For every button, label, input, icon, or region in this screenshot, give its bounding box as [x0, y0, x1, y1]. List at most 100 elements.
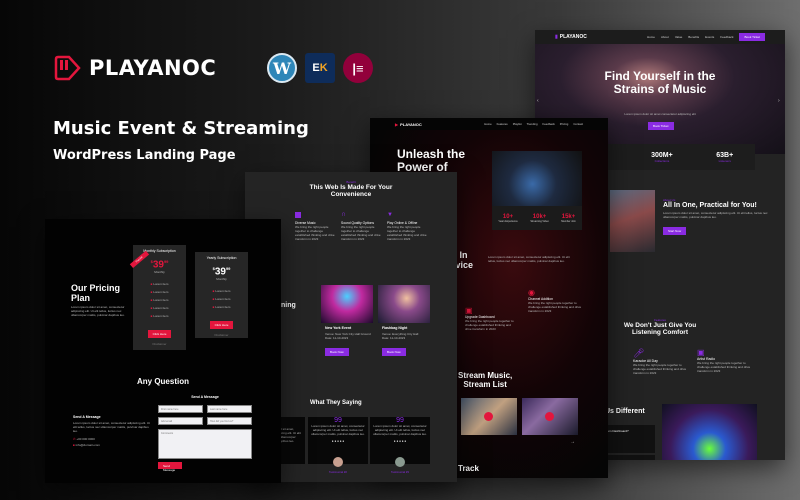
contact-info: Send A Message Lorem ipsum dolor sit ame…	[73, 415, 150, 447]
event-image	[321, 285, 373, 323]
star-rating: ● ● ● ● ●	[331, 439, 345, 443]
preview-black-theme: Our Pricing Plan Lorem ipsum dolor sit am…	[45, 219, 281, 483]
email-input[interactable]: Add email	[158, 417, 203, 425]
stream-heading: Stream Music, Stream List	[458, 371, 513, 389]
testimonial-card: 99 Lorem ipsum dolor sit amet, consectet…	[308, 417, 368, 474]
pricing-card-monthly: Monthly Subscription Popular $3999 Month…	[129, 245, 186, 350]
nav-pricing[interactable]: Pricing	[560, 122, 569, 126]
nav-feedback[interactable]: Feedback	[543, 122, 555, 126]
hero-book-button[interactable]: Book Ticket	[648, 122, 674, 130]
nav-home[interactable]: Home	[647, 35, 655, 39]
microphone-icon: 🎤︎	[633, 348, 645, 358]
feature-list: ■ Lorem item ■ Lorem item ■ Lorem item	[212, 289, 231, 310]
wifi-icon: ▼	[387, 212, 393, 218]
comments-textarea[interactable]: Comments	[158, 429, 252, 459]
source-input[interactable]: How did you find us?	[207, 417, 252, 425]
feature-item: 🎤︎ Karaoke All Day We bring the right pe…	[633, 348, 687, 375]
question-heading: Any Question	[136, 377, 189, 386]
book-ticket-button[interactable]: Book Ticket	[739, 33, 765, 41]
navbar: ▮ PLAYANOC Home About Value Benefits Even…	[535, 30, 785, 44]
stat-item: 15k+ Member Join	[561, 213, 576, 223]
book-now-button[interactable]: Book Now	[325, 348, 349, 356]
benefit-item: ▼ Play Online & Offline We bring the rig…	[387, 212, 429, 241]
dashboard-icon: ▣	[465, 306, 473, 315]
pricing-text: Lorem ipsum dolor sit amet, consectetur …	[71, 305, 125, 317]
channel-icon: ◉	[528, 288, 535, 297]
next-arrow-icon[interactable]: →	[570, 439, 575, 445]
hero-text: Lorem ipsum dolor sit amet consectetur a…	[624, 112, 696, 116]
stream-card-image[interactable]	[461, 398, 517, 435]
book-now-button[interactable]: Book Now	[382, 348, 406, 356]
stat-item: 300M+ Collections	[651, 151, 673, 163]
headphones-icon: ∩	[341, 211, 347, 218]
elementor-icon: |≡	[343, 53, 373, 83]
elementskit-icon: EK	[305, 53, 335, 83]
avatar	[333, 457, 343, 467]
radio-icon: ▣	[697, 348, 705, 357]
nav-trending[interactable]: Trending	[527, 122, 538, 126]
hero-title: Music Event & Streaming	[53, 118, 309, 139]
brand: PLAYANOC	[53, 55, 216, 81]
hero-subtitle: WordPress Landing Page	[53, 148, 236, 163]
logo-icon: ▶	[395, 121, 399, 127]
pricing-heading: Our Pricing Plan	[71, 283, 121, 303]
form-title: Send A Message	[191, 395, 219, 399]
navbar: ▶ PLAYANOC Home Features Playlist Trendin…	[370, 118, 608, 130]
wordpress-icon: W	[267, 53, 297, 83]
playanoc-logo-icon	[53, 55, 81, 81]
event-card: New York Event Venue: New York City Hall…	[325, 326, 371, 356]
send-message-button[interactable]: Send Message	[158, 462, 182, 472]
hero-heading: Unleash the Power of	[397, 147, 466, 174]
email-icon: ■	[73, 443, 75, 447]
service-item: ◉ Channel Addition We bring the right pe…	[528, 288, 582, 313]
nav-about[interactable]: About	[661, 35, 669, 39]
about-text: Lorem ipsum dolor sit amet, consectetur …	[663, 211, 768, 219]
nav-events[interactable]: Events	[705, 35, 714, 39]
star-rating: ● ● ● ● ●	[393, 439, 407, 443]
nav-features[interactable]: Features	[497, 122, 508, 126]
dj-party-image	[662, 404, 757, 460]
slider-next-icon[interactable]: ›	[778, 98, 780, 104]
track-heading: Track	[458, 464, 479, 473]
last-name-input[interactable]: Last name here	[207, 405, 252, 413]
stats-bar: 10+ Years Experience 10k+ Streaming Video …	[492, 206, 582, 230]
benefit-item: ∩ Sound Quality Options We bring the rig…	[341, 211, 383, 241]
nav-logo: ▮ PLAYANOC	[555, 34, 587, 40]
events-heading: ning	[281, 302, 296, 309]
quote-icon: 99	[334, 417, 342, 424]
testimonials-heading: What They Saying	[310, 400, 362, 406]
music-icon	[295, 212, 301, 218]
slider-prev-icon[interactable]: ‹	[537, 98, 539, 104]
about-title: All In One, Practical for You!	[663, 202, 757, 209]
nav-feedback[interactable]: Feedback	[720, 35, 733, 39]
avatar	[395, 457, 405, 467]
different-title: Us Different	[605, 408, 645, 415]
about-section: About Us All In One, Practical for You! …	[663, 198, 778, 237]
nav-home[interactable]: Home	[484, 122, 491, 126]
nav-benefits[interactable]: Benefits	[688, 35, 699, 39]
price: $3999	[212, 266, 231, 278]
click-here-button[interactable]: Click Here	[147, 330, 172, 339]
start-now-button[interactable]: Start Now	[663, 227, 687, 235]
stat-item: 10k+ Streaming Video	[530, 213, 549, 223]
brand-name: PLAYANOC	[89, 56, 217, 80]
first-name-input[interactable]: First name here	[158, 405, 203, 413]
nav-playlist[interactable]: Playlist	[513, 122, 522, 126]
nav-value[interactable]: Value	[675, 35, 682, 39]
quote-icon: 99	[396, 417, 404, 424]
dj-turntable-image	[492, 151, 582, 206]
benefit-heading: Benefit This Web Is Made For Your Conven…	[309, 180, 393, 198]
feature-list: ■ Lorem item ■ Lorem item ■ Lorem item ■…	[150, 282, 169, 319]
stat-item: 63B+ Listeners	[716, 151, 734, 163]
service-item: ▣ Upgrade Dashboard We bring the right p…	[465, 306, 514, 331]
stream-card-image[interactable]	[522, 398, 578, 435]
event-card: Flashbag Night Venue: Everything City Ha…	[382, 326, 419, 356]
feature-item: ▣ Artist Radio We bring the right people…	[697, 348, 751, 373]
click-here-button[interactable]: Click Here	[209, 321, 234, 330]
benefit-item: Diverse Music We bring the right people …	[295, 212, 337, 241]
play-icon[interactable]	[484, 412, 493, 421]
hero-heading: Find Yourself in the Strains of Music	[604, 69, 716, 96]
play-icon[interactable]	[545, 412, 554, 421]
stat-item: 10+ Years Experience	[498, 213, 518, 223]
nav-contact[interactable]: Contact	[573, 122, 583, 126]
